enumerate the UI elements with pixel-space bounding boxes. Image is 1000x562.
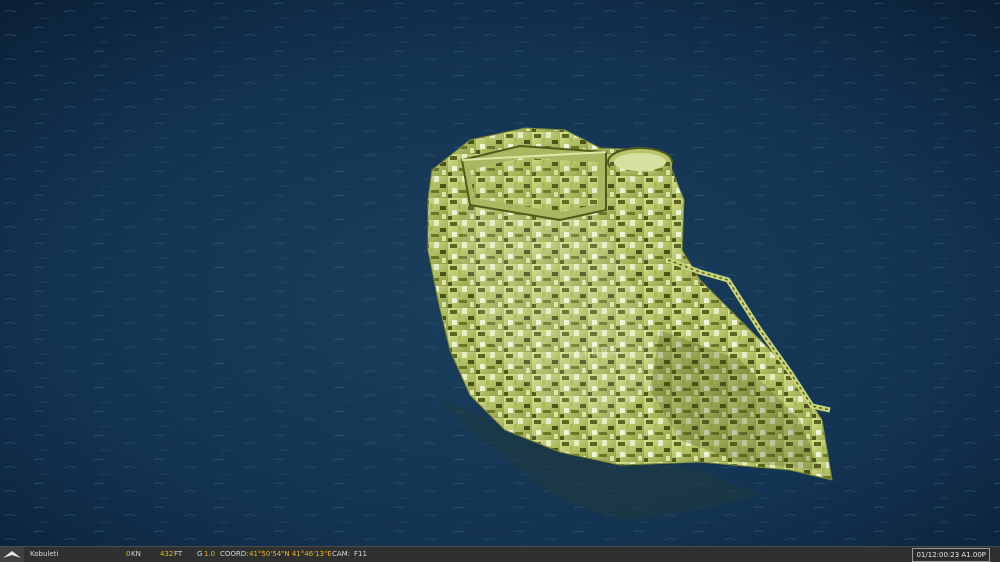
coord-label: COORD: bbox=[220, 550, 249, 558]
cam-label: CAM: bbox=[332, 550, 351, 558]
cam-value: F11 bbox=[354, 550, 367, 558]
altitude-value: 432 bbox=[160, 550, 174, 558]
altitude-unit: FT bbox=[174, 550, 183, 558]
speed-unit: KN bbox=[131, 550, 141, 558]
location-name: Kobuleti bbox=[30, 550, 59, 558]
status-bar: Kobuleti 0 KN 432 FT G 1.0 COORD: 41°50'… bbox=[0, 546, 1000, 562]
3d-viewport[interactable]: ATURE bbox=[0, 0, 1000, 546]
coord-value: 41°50'54"N 41°46'13"E bbox=[249, 550, 332, 558]
g-label: G bbox=[197, 550, 203, 558]
g-value: 1.0 bbox=[204, 550, 216, 558]
dcs-logo-icon bbox=[0, 547, 24, 562]
speed-value: 0 bbox=[126, 550, 131, 558]
scene-canvas: ATURE bbox=[0, 0, 1000, 546]
mission-time: 01/12:00:23 A1.00P bbox=[912, 548, 990, 562]
